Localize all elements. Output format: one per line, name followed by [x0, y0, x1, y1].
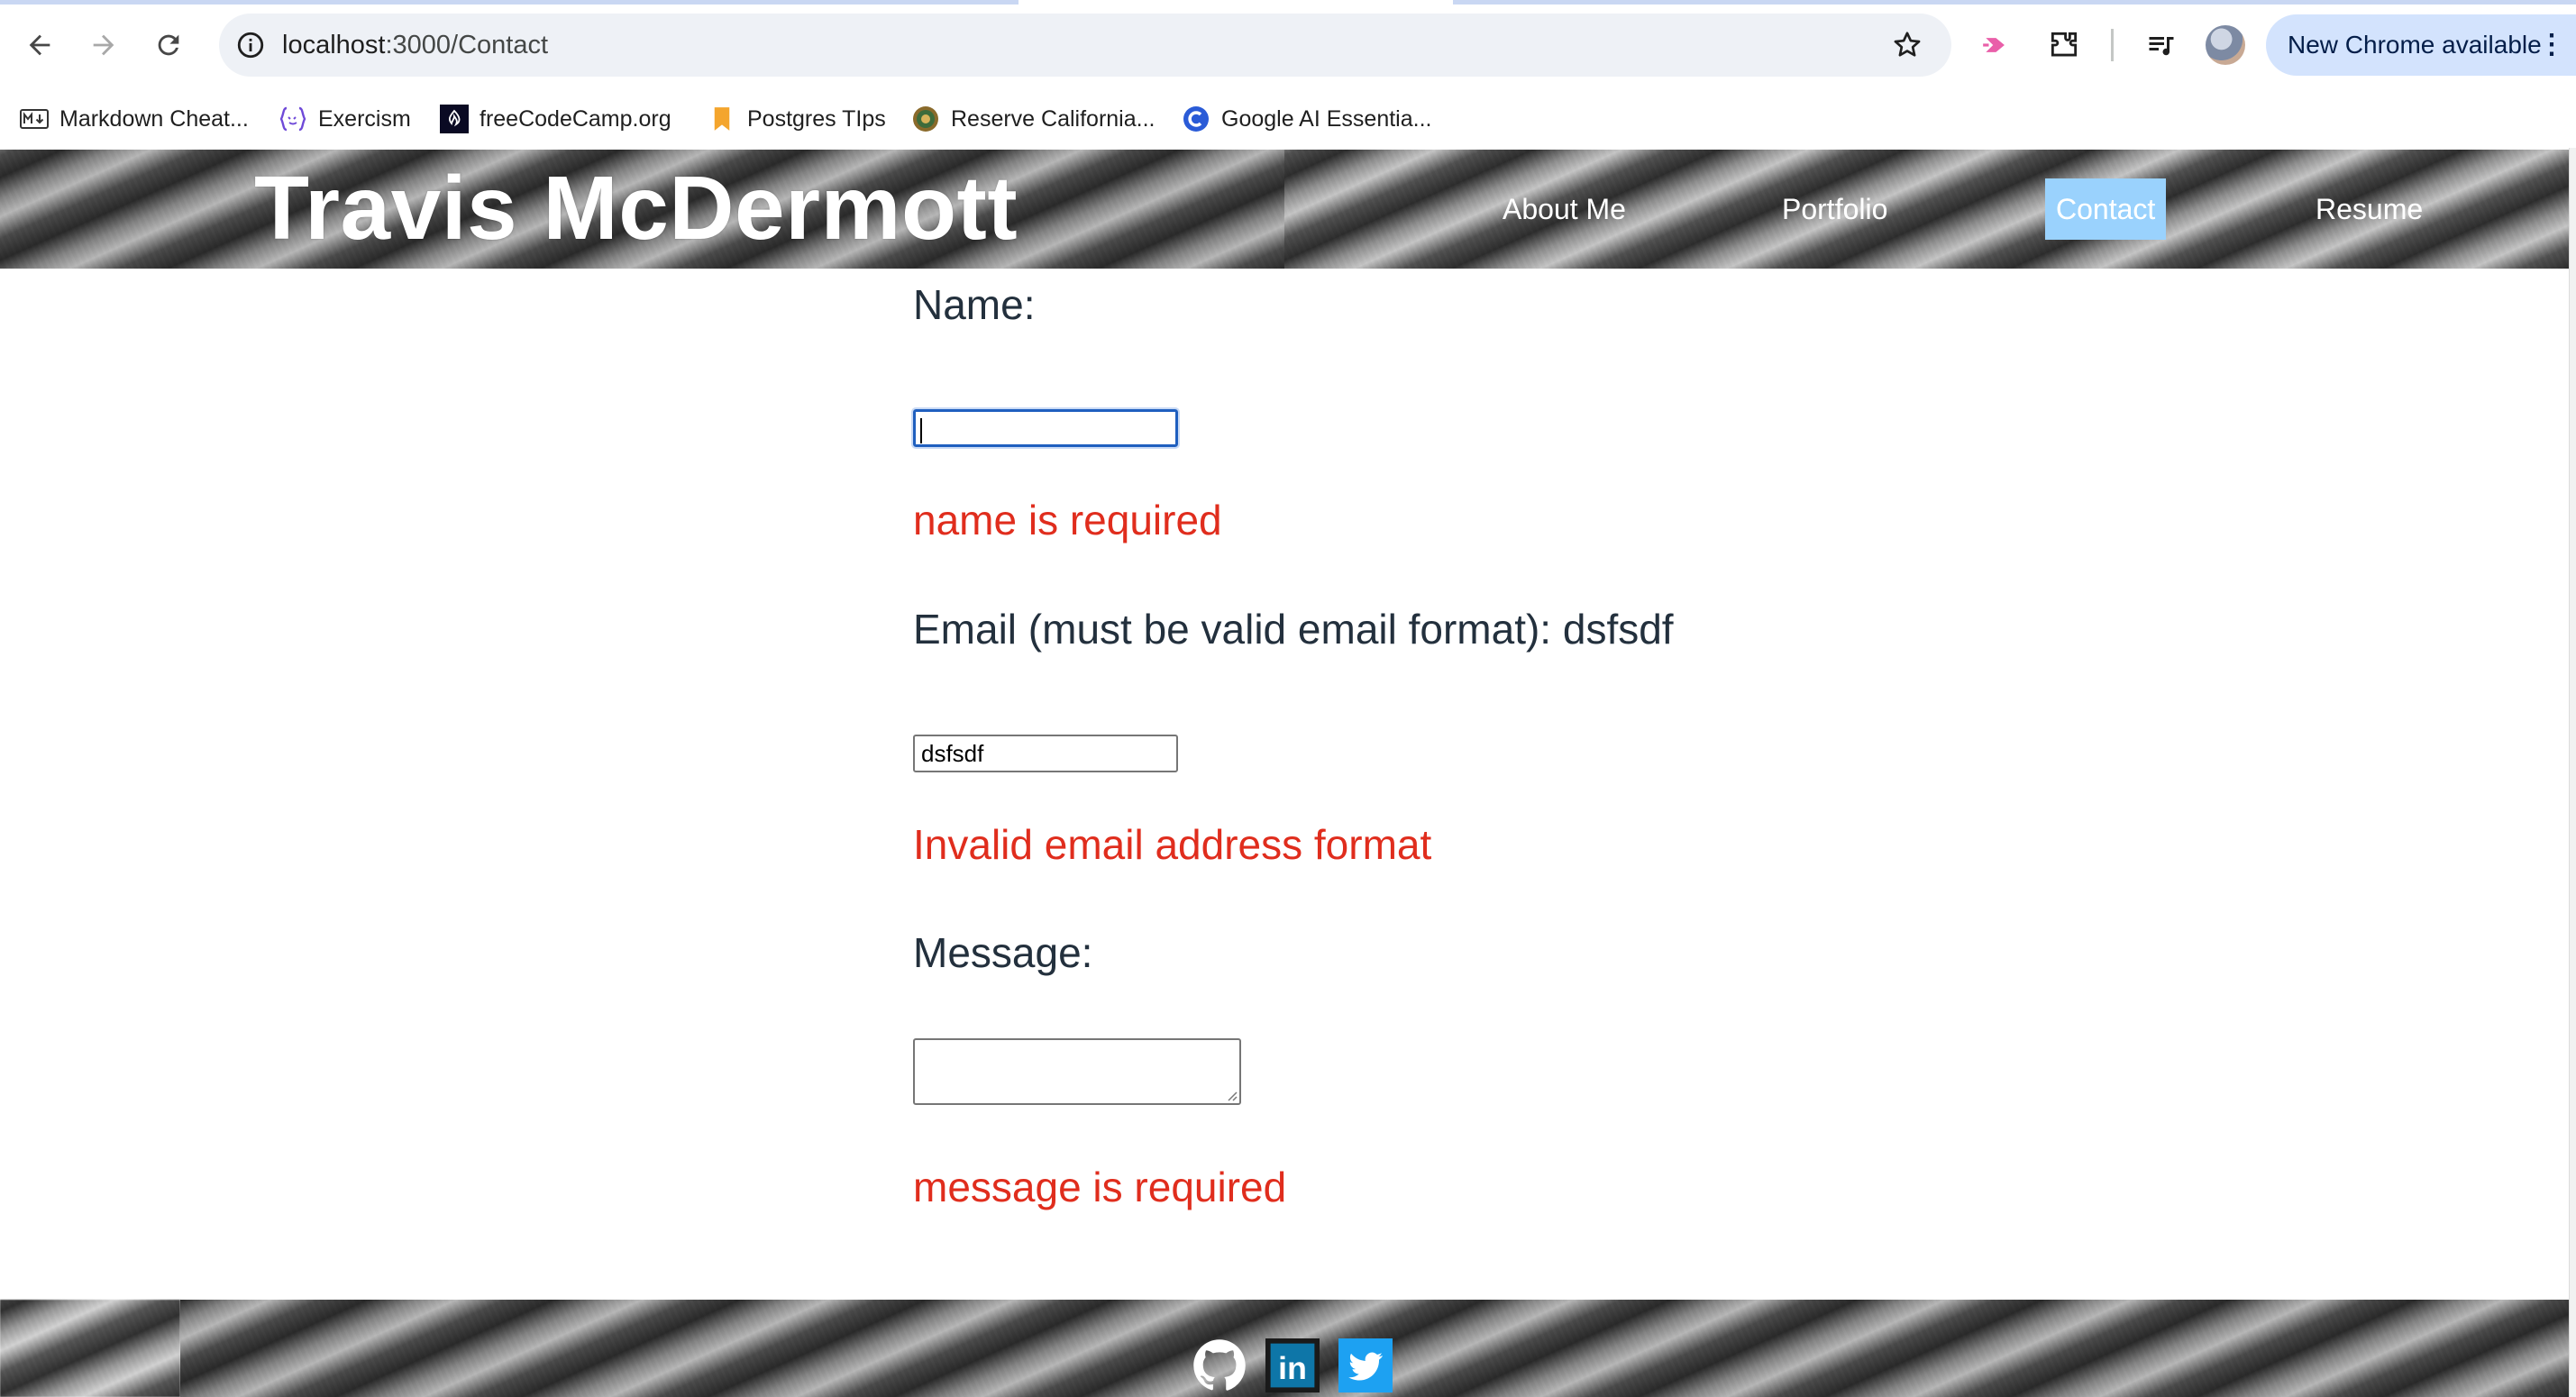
- bookmark-google-ai[interactable]: Google AI Essentia...: [1182, 90, 1431, 148]
- freecodecamp-icon: [440, 105, 469, 133]
- site-info-icon[interactable]: [233, 28, 268, 62]
- linkedin-link[interactable]: in: [1265, 1338, 1320, 1393]
- footer-banner-left: [0, 1300, 180, 1397]
- twitter-icon: [1338, 1338, 1393, 1392]
- bookmarks-bar: Markdown Cheat... Exercism freeCodeCamp.…: [0, 90, 2576, 148]
- name-input[interactable]: [911, 407, 1180, 449]
- message-label: Message:: [913, 929, 1093, 976]
- browser-toolbar: localhost:3000/Contact New Chrome availa…: [0, 0, 2576, 90]
- linkedin-glyph: in: [1278, 1350, 1307, 1386]
- tab-strip-edge: [0, 0, 1019, 5]
- forward-arrow-icon: [93, 34, 114, 56]
- web-page: Travis McDermott About Me Portfolio Cont…: [0, 148, 2576, 1397]
- name-label: Name:: [913, 281, 1036, 328]
- scrollbar-track[interactable]: [2569, 148, 2576, 1397]
- profile-avatar[interactable]: [2206, 25, 2245, 65]
- email-input[interactable]: dsfsdf: [913, 735, 1178, 772]
- chrome-update-button[interactable]: New Chrome available ⋮: [2266, 14, 2576, 76]
- nav-resume[interactable]: Resume: [2305, 178, 2434, 240]
- nav-contact[interactable]: Contact: [2045, 178, 2167, 240]
- github-icon: [1193, 1339, 1246, 1391]
- back-arrow-icon: [29, 34, 50, 56]
- chrome-update-label: New Chrome available: [2288, 31, 2542, 59]
- text-caret: [920, 418, 922, 443]
- email-error: Invalid email address format: [913, 821, 1432, 868]
- coursera-icon: [1182, 105, 1210, 133]
- bookmark-postgres-tips[interactable]: Postgres TIps: [708, 90, 886, 148]
- markdown-icon: [20, 105, 49, 133]
- toolbar-divider: [2111, 29, 2114, 61]
- bookmark-label: Google AI Essentia...: [1221, 105, 1432, 132]
- name-error: name is required: [913, 497, 1222, 543]
- url-host: localhost: [282, 31, 386, 59]
- linkedin-icon: in: [1265, 1338, 1320, 1392]
- email-label: Email (must be valid email format): dsfs…: [913, 606, 1674, 653]
- twitter-link[interactable]: [1338, 1338, 1393, 1393]
- exercism-icon: [279, 105, 307, 133]
- url-path: :3000/Contact: [385, 31, 549, 59]
- reload-icon: [158, 34, 179, 56]
- bookmark-exercism[interactable]: Exercism: [279, 90, 411, 148]
- bookmark-icon: [708, 105, 736, 133]
- reload-button[interactable]: [143, 20, 194, 70]
- github-link[interactable]: [1192, 1338, 1247, 1393]
- bookmark-label: freeCodeCamp.org: [480, 105, 671, 132]
- site-title: Travis McDermott: [254, 158, 1019, 259]
- contact-form: Name: name is required Email (must be va…: [911, 148, 1995, 1292]
- bookmark-label: Markdown Cheat...: [59, 105, 249, 132]
- message-textarea[interactable]: [913, 1038, 1241, 1105]
- extensions-puzzle-icon[interactable]: [2042, 23, 2086, 67]
- url-text[interactable]: localhost:3000/Contact: [282, 14, 548, 77]
- back-button[interactable]: [14, 20, 65, 70]
- forward-button[interactable]: [78, 20, 129, 70]
- bookmark-markdown[interactable]: Markdown Cheat...: [20, 90, 249, 148]
- bookmark-label: Postgres TIps: [747, 105, 886, 132]
- address-bar[interactable]: localhost:3000/Contact: [219, 14, 1951, 77]
- media-queue-icon[interactable]: [2140, 23, 2183, 67]
- resize-grip-icon[interactable]: [1225, 1089, 1238, 1101]
- california-seal-icon: [911, 105, 940, 133]
- bookmark-label: Reserve California...: [951, 105, 1156, 132]
- message-error: message is required: [913, 1164, 1287, 1210]
- extension-arrow-icon[interactable]: [1976, 23, 2019, 67]
- bookmark-star-icon[interactable]: [1888, 26, 1926, 64]
- bookmark-freecodecamp[interactable]: freeCodeCamp.org: [440, 90, 671, 148]
- bookmark-label: Exercism: [318, 105, 411, 132]
- bookmark-reserve-california[interactable]: Reserve California...: [911, 90, 1155, 148]
- site-footer: in: [0, 1300, 2569, 1397]
- kebab-menu-icon[interactable]: ⋮: [2538, 14, 2565, 76]
- tab-strip-edge: [1453, 0, 2576, 5]
